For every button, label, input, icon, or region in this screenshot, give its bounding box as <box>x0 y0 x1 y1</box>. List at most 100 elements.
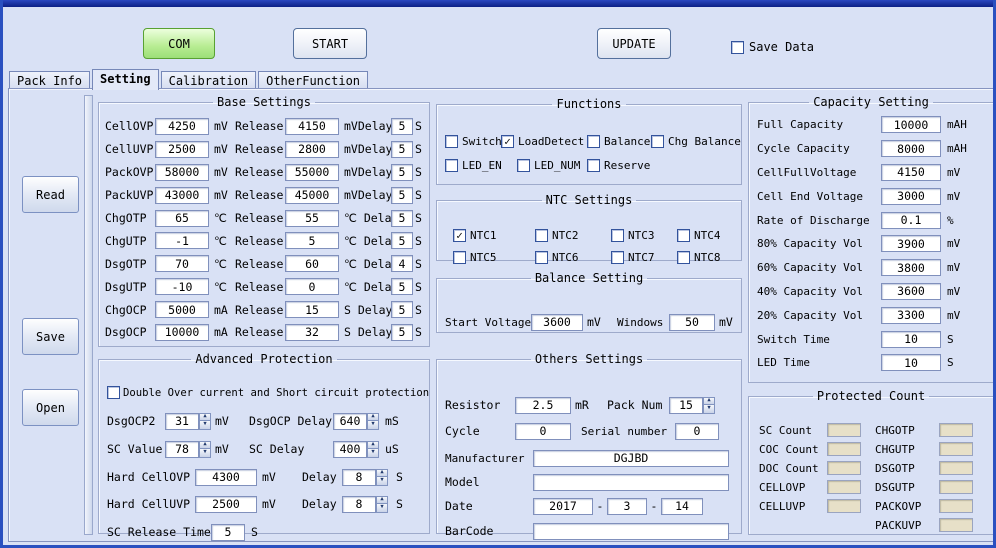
checkbox-box[interactable] <box>535 251 548 264</box>
cellfullvoltage-input[interactable] <box>881 164 941 181</box>
led-time-input[interactable] <box>881 354 941 371</box>
cellovp-value-input[interactable] <box>155 118 209 135</box>
chgocp-delay-input[interactable] <box>391 301 413 318</box>
dsgutp-delay-input[interactable] <box>391 278 413 295</box>
spinner-up-icon[interactable]: ▲ <box>376 496 388 505</box>
hard-cellovp-delay-input[interactable] <box>342 469 376 486</box>
checkbox-balance[interactable]: Balance <box>587 135 650 148</box>
hard-celluvp-input[interactable] <box>195 496 257 513</box>
update-button[interactable]: UPDATE <box>597 28 671 59</box>
checkbox-box[interactable] <box>587 159 600 172</box>
date-year-input[interactable] <box>533 498 593 515</box>
chgutp-delay-input[interactable] <box>391 232 413 249</box>
spinner-down-icon[interactable]: ▼ <box>376 477 388 486</box>
spinner-up-icon[interactable]: ▲ <box>376 469 388 478</box>
dsgocp2-input[interactable] <box>165 413 199 430</box>
spinner-up-icon[interactable]: ▲ <box>367 413 379 422</box>
start-button[interactable]: START <box>293 28 367 59</box>
checkbox-box[interactable] <box>611 229 624 242</box>
com-button[interactable]: COM <box>143 28 215 59</box>
cellovp-release-input[interactable] <box>285 118 339 135</box>
dsgotp-delay-input[interactable] <box>391 255 413 272</box>
sc-value-input[interactable] <box>165 441 199 458</box>
60-capacity-vol-input[interactable] <box>881 259 941 276</box>
packovp-delay-input[interactable] <box>391 164 413 181</box>
packovp-value-input[interactable] <box>155 164 209 181</box>
dsgocp-release-input[interactable] <box>285 324 339 341</box>
spinner-up-icon[interactable]: ▲ <box>199 441 211 450</box>
checkbox-ntc6[interactable]: NTC6 <box>535 251 579 264</box>
chgotp-delay-input[interactable] <box>391 210 413 227</box>
chgutp-value-input[interactable] <box>155 232 209 249</box>
checkbox-ntc1[interactable]: ✓NTC1 <box>453 229 497 242</box>
cycle-capacity-input[interactable] <box>881 140 941 157</box>
spinner-down-icon[interactable]: ▼ <box>367 449 379 458</box>
checkbox-switch[interactable]: Switch <box>445 135 502 148</box>
rate-of-discharge-input[interactable] <box>881 212 941 229</box>
date-day-input[interactable] <box>661 498 703 515</box>
dsgocp-delay-input[interactable] <box>333 413 367 430</box>
chgocp-release-input[interactable] <box>285 301 339 318</box>
cell-end-voltage-input[interactable] <box>881 188 941 205</box>
read-button[interactable]: Read <box>22 176 79 213</box>
checkbox-box[interactable] <box>731 41 744 54</box>
spinner-up-icon[interactable]: ▲ <box>367 441 379 450</box>
chgocp-value-input[interactable] <box>155 301 209 318</box>
save-data-checkbox[interactable]: Save Data <box>731 40 814 54</box>
checkbox-ntc4[interactable]: NTC4 <box>677 229 721 242</box>
spinner-down-icon[interactable]: ▼ <box>367 421 379 430</box>
checkbox-box[interactable] <box>445 159 458 172</box>
checkbox-reserve[interactable]: Reserve <box>587 159 650 172</box>
dsgutp-release-input[interactable] <box>285 278 339 295</box>
dsgotp-release-input[interactable] <box>285 255 339 272</box>
checkbox-chg-balance[interactable]: Chg Balance <box>651 135 741 148</box>
tab-setting[interactable]: Setting <box>92 69 159 90</box>
checkbox-box[interactable] <box>445 135 458 148</box>
spinner-up-icon[interactable]: ▲ <box>703 397 715 406</box>
chgotp-value-input[interactable] <box>155 210 209 227</box>
spinner-down-icon[interactable]: ▼ <box>703 405 715 414</box>
chgutp-release-input[interactable] <box>285 232 339 249</box>
date-month-input[interactable] <box>607 498 647 515</box>
checkbox-ntc3[interactable]: NTC3 <box>611 229 655 242</box>
cellovp-delay-input[interactable] <box>391 118 413 135</box>
checkbox-loaddetect[interactable]: ✓LoadDetect <box>501 135 584 148</box>
40-capacity-vol-input[interactable] <box>881 283 941 300</box>
checkbox-box[interactable] <box>535 229 548 242</box>
checkbox-box[interactable]: ✓ <box>453 229 466 242</box>
checkbox-box[interactable] <box>651 135 664 148</box>
barcode-input[interactable] <box>533 523 729 540</box>
checkbox-box[interactable] <box>453 251 466 264</box>
open-button[interactable]: Open <box>22 389 79 426</box>
sc-release-time-input[interactable] <box>211 524 245 541</box>
serial-number-input[interactable] <box>675 423 719 440</box>
celluvp-value-input[interactable] <box>155 141 209 158</box>
checkbox-box[interactable] <box>677 229 690 242</box>
spinner-down-icon[interactable]: ▼ <box>376 504 388 513</box>
checkbox-led-en[interactable]: LED_EN <box>445 159 502 172</box>
start-voltage-input[interactable] <box>531 314 583 331</box>
checkbox-box[interactable] <box>107 386 120 399</box>
20-capacity-vol-input[interactable] <box>881 307 941 324</box>
checkbox-box[interactable] <box>611 251 624 264</box>
80-capacity-vol-input[interactable] <box>881 235 941 252</box>
spinner-down-icon[interactable]: ▼ <box>199 421 211 430</box>
spinner-down-icon[interactable]: ▼ <box>199 449 211 458</box>
spinner-up-icon[interactable]: ▲ <box>199 413 211 422</box>
hard-cellovp-input[interactable] <box>195 469 257 486</box>
celluvp-release-input[interactable] <box>285 141 339 158</box>
dsgocp-value-input[interactable] <box>155 324 209 341</box>
checkbox-ntc5[interactable]: NTC5 <box>453 251 497 264</box>
packuvp-delay-input[interactable] <box>391 187 413 204</box>
packuvp-release-input[interactable] <box>285 187 339 204</box>
dsgocp-delay-input[interactable] <box>391 324 413 341</box>
vertical-splitter[interactable] <box>84 95 93 535</box>
checkbox-ntc8[interactable]: NTC8 <box>677 251 721 264</box>
full-capacity-input[interactable] <box>881 116 941 133</box>
packuvp-value-input[interactable] <box>155 187 209 204</box>
dsgutp-value-input[interactable] <box>155 278 209 295</box>
cycle-input[interactable] <box>515 423 571 440</box>
chgotp-release-input[interactable] <box>285 210 339 227</box>
checkbox-box[interactable] <box>587 135 600 148</box>
model-input[interactable] <box>533 474 729 491</box>
